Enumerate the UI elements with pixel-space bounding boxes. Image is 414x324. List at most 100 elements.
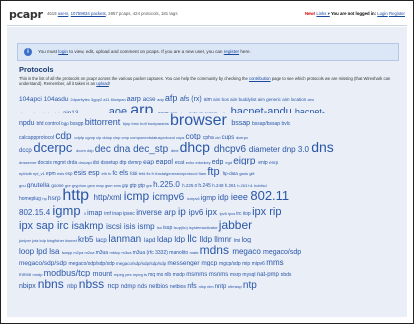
protocol-tag[interactable]: icmpv6 xyxy=(153,193,185,203)
users-link[interactable]: users xyxy=(58,11,69,16)
protocol-tag[interactable]: esis xyxy=(57,172,64,176)
protocol-tag[interactable]: irc xyxy=(236,212,241,217)
protocol-tag[interactable]: http/xml xyxy=(94,194,122,202)
protocol-tag[interactable]: bssgp xyxy=(70,122,83,127)
protocol-tag[interactable]: aim location xyxy=(282,97,306,103)
protocol-tag[interactable]: bgp xyxy=(61,121,69,127)
protocol-tag[interactable]: nntp xyxy=(215,284,227,290)
protocol-tag[interactable]: jabber xyxy=(219,219,252,231)
protocol-tag[interactable]: http xyxy=(62,188,89,204)
protocol-tag[interactable]: m2pa xyxy=(73,251,83,255)
packets-link[interactable]: 10759834 packets xyxy=(71,11,106,16)
protocol-tag[interactable]: loop xyxy=(19,248,34,256)
protocol-tag[interactable]: bvlc xyxy=(281,122,290,127)
protocol-tag[interactable]: nat-pmp xyxy=(257,272,279,277)
protocol-tag[interactable]: ii xyxy=(84,212,86,216)
protocol-tag[interactable]: iiop xyxy=(243,212,251,217)
protocol-tag[interactable]: gadu xyxy=(239,172,248,176)
protocol-tag[interactable]: hsrp xyxy=(48,195,61,203)
protocol-tag[interactable]: igmp xyxy=(52,204,80,217)
protocol-tag[interactable]: nds xyxy=(137,284,147,290)
protocol-tag[interactable]: imf xyxy=(104,212,111,217)
protocol-tag[interactable]: 3gpp2 a11 xyxy=(91,98,110,102)
protocol-tag[interactable]: ftam xyxy=(198,172,206,176)
protocol-tag[interactable]: mate xyxy=(190,251,199,255)
protocol-tag[interactable]: nbns xyxy=(38,278,64,290)
protocol-tag[interactable]: ip xyxy=(178,208,186,218)
protocol-tag[interactable]: cotp xyxy=(186,133,201,141)
protocol-tag[interactable]: megaco xyxy=(232,248,260,256)
protocol-tag[interactable]: modbus/tcp xyxy=(44,269,91,278)
notice-login-link[interactable]: login xyxy=(58,49,68,54)
protocol-tag[interactable]: lsa xyxy=(49,248,59,256)
protocol-tag[interactable]: bacnet- xyxy=(295,108,325,114)
protocol-tag[interactable]: bofl xyxy=(140,122,146,126)
protocol-tag[interactable]: ipx sap xyxy=(19,221,54,232)
protocol-tag[interactable]: dect xyxy=(171,149,179,153)
protocol-tag[interactable]: igmp xyxy=(201,195,216,202)
protocol-tag[interactable]: mdns xyxy=(200,244,229,256)
protocol-tag[interactable]: idp xyxy=(218,194,229,202)
protocol-tag[interactable]: aim buddylist xyxy=(230,97,256,103)
protocol-tag[interactable]: iso xyxy=(157,226,162,230)
protocol-tag[interactable]: nlsp xyxy=(199,285,206,289)
protocol-tag[interactable]: llc xyxy=(187,235,196,244)
protocol-tag[interactable]: isup xyxy=(163,226,172,231)
protocol-tag[interactable]: esp xyxy=(65,171,72,177)
protocol-tag[interactable]: epl/sdb xyxy=(19,172,32,176)
protocol-tag[interactable]: mms xyxy=(266,259,283,267)
protocol-tag[interactable]: isis xyxy=(124,223,136,231)
upload-link[interactable]: upload xyxy=(96,81,109,86)
protocol-tag[interactable]: fefd xyxy=(139,172,146,176)
protocol-tag[interactable]: isystemactivator xyxy=(189,226,218,230)
protocol-tag[interactable]: browser xyxy=(170,113,227,129)
protocol-tag[interactable]: ndmp xyxy=(121,284,136,290)
protocol-tag[interactable]: irc xyxy=(57,221,69,232)
protocol-tag[interactable]: 802.11 xyxy=(250,189,289,202)
protocol-tag[interactable]: cdp xyxy=(55,132,71,141)
protocol-tag[interactable]: esis xyxy=(74,170,86,177)
protocol-tag[interactable]: bittorrent xyxy=(85,118,121,127)
protocol-tag[interactable]: ftp xyxy=(207,167,219,178)
protocol-tag[interactable]: lpd xyxy=(36,248,47,256)
protocol-tag[interactable]: ipvs xyxy=(228,212,235,216)
protocol-tag[interactable]: 802.15.4 xyxy=(19,209,50,217)
protocol-tag[interactable]: mbtcp xyxy=(109,251,120,255)
protocol-tag[interactable]: eth xyxy=(101,172,107,176)
protocol-tag[interactable]: ldap xyxy=(157,236,172,244)
protocol-tag[interactable]: fddi xyxy=(130,171,137,177)
protocol-tag[interactable]: krb5 xyxy=(78,236,94,244)
protocol-tag[interactable]: lwapp xyxy=(62,251,72,255)
protocol-tag[interactable]: enip xyxy=(258,161,267,166)
protocol-tag[interactable]: lanman xyxy=(108,235,141,244)
protocol-tag[interactable]: arp xyxy=(130,103,153,113)
protocol-tag[interactable]: dccp xyxy=(19,148,32,154)
protocol-tag[interactable]: nbp xyxy=(67,284,77,290)
protocol-tag[interactable]: ipx rip xyxy=(252,207,281,218)
protocol-tag[interactable]: dcom xyxy=(76,149,86,153)
protocol-tag[interactable]: afp xyxy=(165,94,178,103)
protocol-tag[interactable]: ieee xyxy=(231,193,248,202)
register-link[interactable]: Register xyxy=(389,11,405,16)
protocol-tag[interactable]: bmc xyxy=(132,122,140,126)
protocol-tag[interactable]: nbds xyxy=(281,273,292,278)
protocol-tag[interactable]: afs (rx) xyxy=(180,96,202,103)
protocol-tag[interactable]: ftp-data xyxy=(223,171,238,177)
protocol-tag[interactable]: lldp xyxy=(200,236,212,244)
protocol-tag[interactable]: 6lowpan xyxy=(111,98,126,102)
protocol-tag[interactable]: ldp xyxy=(174,236,185,244)
protocol-tag[interactable]: ntp xyxy=(243,281,257,291)
protocol-tag[interactable]: dec xyxy=(95,145,111,155)
protocol-tag[interactable]: gift xyxy=(249,172,254,176)
protocol-tag[interactable]: aim bos xyxy=(213,97,229,103)
protocol-tag[interactable]: dcerpc xyxy=(33,141,72,154)
protocol-tag[interactable]: ipx xyxy=(206,208,218,217)
protocol-tag[interactable]: bssap xyxy=(231,120,250,127)
protocol-tag[interactable]: netbios xyxy=(170,285,186,290)
protocol-tag[interactable]: icmpv6 xyxy=(187,197,200,201)
protocol-tag[interactable]: dnp 3.0 xyxy=(282,146,309,154)
protocol-tag[interactable]: hp xyxy=(42,197,46,201)
new-badge[interactable]: New! xyxy=(305,11,315,16)
protocol-tag[interactable]: fc xyxy=(108,172,111,176)
protocol-tag[interactable]: inap xyxy=(112,212,121,217)
